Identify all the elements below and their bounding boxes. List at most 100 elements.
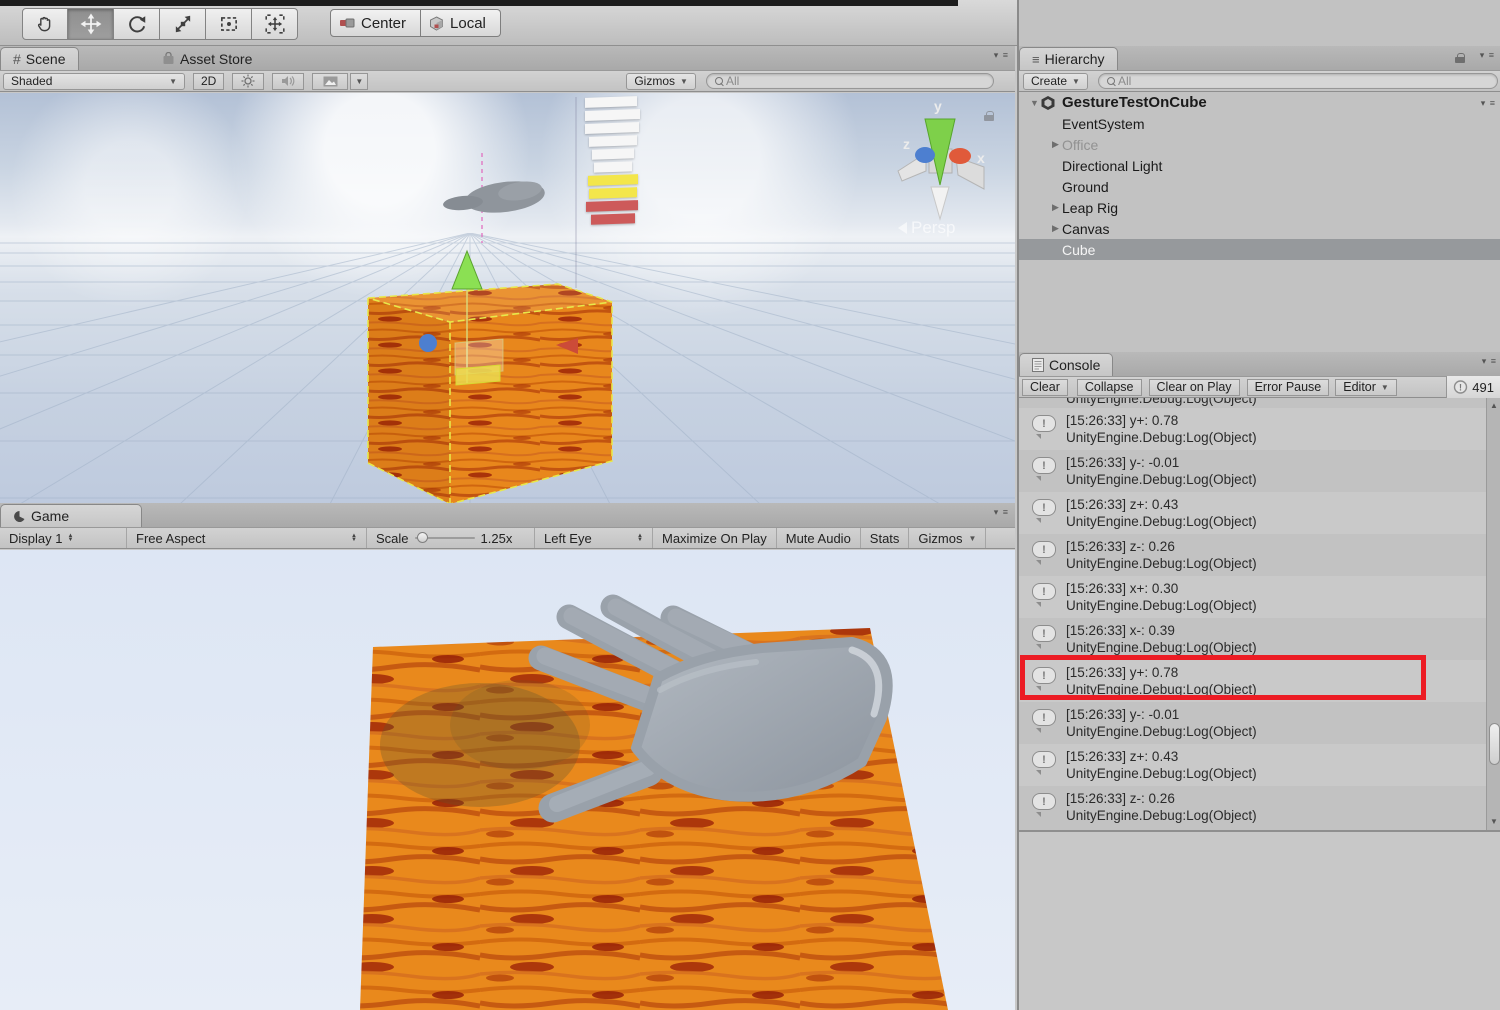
log-trace: UnityEngine.Debug:Log(Object) xyxy=(1066,639,1257,656)
scale-slider[interactable] xyxy=(415,537,475,539)
scale-slider-group: Scale 1.25x xyxy=(367,528,535,548)
log-trace: UnityEngine.Debug:Log(Object) xyxy=(1066,429,1257,446)
transform-tool-button[interactable] xyxy=(252,8,298,40)
viewport-lock-icon[interactable] xyxy=(984,111,995,121)
tab-hierarchy[interactable]: ≡ Hierarchy xyxy=(1019,47,1118,70)
scene-hand-model xyxy=(442,177,546,217)
tab-asset-store[interactable]: Asset Store xyxy=(150,47,264,70)
space-local-button[interactable]: Local xyxy=(421,9,501,37)
tab-console[interactable]: Console xyxy=(1019,353,1113,376)
rotate-icon xyxy=(126,13,148,35)
scene-panel-menu-icon[interactable]: ▾ ≡ xyxy=(994,50,1009,61)
console-panel-menu-icon[interactable]: ▾ ≡ xyxy=(1482,356,1497,367)
projection-toggle[interactable]: Persp xyxy=(898,218,955,238)
console-row[interactable]: ! [15:26:33] z+: 0.43UnityEngine.Debug:L… xyxy=(1019,492,1486,534)
triangle-right-icon[interactable]: ▶ xyxy=(1052,139,1062,150)
hierarchy-panel-menu-icon[interactable]: ▾ ≡ xyxy=(1480,50,1495,61)
aspect-selector[interactable]: Free Aspect ▲▼ xyxy=(127,528,367,548)
console-row[interactable]: ! [15:26:33] z+: 0.43UnityEngine.Debug:L… xyxy=(1019,744,1486,786)
log-message: [15:26:33] z-: 0.26 xyxy=(1066,790,1257,807)
scene-viewport[interactable]: y z x Persp xyxy=(0,93,1015,504)
rect-tool-button[interactable] xyxy=(206,8,252,40)
lighting-toggle-button[interactable] xyxy=(232,73,264,90)
speaker-icon xyxy=(281,75,295,87)
scene-tabbar: # Scene Asset Store ▾ ≡ xyxy=(0,46,1015,70)
console-row[interactable]: ! [15:26:33] x-: 0.39UnityEngine.Debug:L… xyxy=(1019,618,1486,660)
scene-gizmos-dropdown[interactable]: Gizmos ▼ xyxy=(626,73,696,90)
hierarchy-row-leap-rig[interactable]: ▶ Leap Rig xyxy=(1019,197,1500,218)
collapse-button[interactable]: Collapse xyxy=(1077,379,1142,396)
triangle-right-icon[interactable]: ▶ xyxy=(1052,202,1062,213)
editor-dropdown[interactable]: Editor ▼ xyxy=(1335,379,1397,396)
console-scrollbar[interactable]: ▲ ▼ xyxy=(1486,398,1500,830)
console-row-highlighted[interactable]: ! [15:26:33] y+: 0.78UnityEngine.Debug:L… xyxy=(1019,660,1486,702)
hierarchy-item-label: Office xyxy=(1062,137,1098,153)
tab-scene[interactable]: # Scene xyxy=(0,47,79,70)
axis-gizmo[interactable]: y z x xyxy=(898,98,985,219)
triangle-down-icon[interactable]: ▼ xyxy=(1030,98,1040,108)
clear-on-play-button[interactable]: Clear on Play xyxy=(1149,379,1240,396)
scale-tool-button[interactable] xyxy=(160,8,206,40)
create-button[interactable]: Create ▼ xyxy=(1023,73,1088,90)
console-row[interactable]: ! [15:26:33] z-: 0.26UnityEngine.Debug:L… xyxy=(1019,534,1486,576)
hierarchy-row-ground[interactable]: Ground xyxy=(1019,176,1500,197)
maximize-on-play-button[interactable]: Maximize On Play xyxy=(653,528,777,548)
scroll-up-icon[interactable]: ▲ xyxy=(1490,400,1498,412)
game-viewport[interactable] xyxy=(0,550,1015,1010)
scene-root-menu-icon[interactable]: ▾ ≡ xyxy=(1481,98,1496,109)
log-trace: UnityEngine.Debug:Log(Object) xyxy=(1066,471,1257,488)
display-selector[interactable]: Display 1 ▲▼ xyxy=(0,528,127,548)
tab-game[interactable]: Game xyxy=(0,504,142,527)
hierarchy-row-canvas[interactable]: ▶ Canvas xyxy=(1019,218,1500,239)
hierarchy-row-directional-light[interactable]: Directional Light xyxy=(1019,155,1500,176)
game-gizmos-dropdown[interactable]: Gizmos ▼ xyxy=(909,528,986,548)
canvas-button xyxy=(592,148,634,159)
log-count-toggle[interactable]: ! 491 xyxy=(1446,376,1500,398)
hierarchy-row-eventsystem[interactable]: EventSystem xyxy=(1019,113,1500,134)
console-toolbar: Clear Collapse Clear on Play Error Pause… xyxy=(1019,376,1500,398)
scale-label: Scale xyxy=(376,531,409,546)
scale-slider-knob[interactable] xyxy=(417,532,428,543)
hierarchy-row-scene-root[interactable]: ▼ GestureTestOnCube ▾ ≡ xyxy=(1019,92,1500,113)
log-message: [15:26:33] y-: -0.01 xyxy=(1066,706,1257,723)
stats-button[interactable]: Stats xyxy=(861,528,910,548)
scale-icon xyxy=(172,13,194,35)
error-pause-button[interactable]: Error Pause xyxy=(1247,379,1330,396)
triangle-right-icon[interactable]: ▶ xyxy=(1052,223,1062,234)
console-detail-pane[interactable] xyxy=(1019,830,1500,1010)
scroll-down-icon[interactable]: ▼ xyxy=(1490,816,1498,828)
effects-dropdown-arrow[interactable]: ▼ xyxy=(350,73,368,90)
scene-search-input[interactable]: All xyxy=(706,73,994,89)
eye-selector[interactable]: Left Eye ▲▼ xyxy=(535,528,653,548)
shading-mode-dropdown[interactable]: Shaded ▼ xyxy=(3,73,185,90)
hierarchy-row-cube[interactable]: Cube xyxy=(1019,239,1500,260)
game-panel-menu-icon[interactable]: ▾ ≡ xyxy=(994,507,1009,518)
console-row[interactable]: ! [15:26:33] y-: -0.01UnityEngine.Debug:… xyxy=(1019,702,1486,744)
console-row[interactable]: ! [15:26:33] y-: -0.01UnityEngine.Debug:… xyxy=(1019,450,1486,492)
log-info-icon: ! xyxy=(1032,457,1059,477)
effects-toggle-button[interactable] xyxy=(312,73,348,90)
pivot-center-button[interactable]: Center xyxy=(330,9,421,37)
hierarchy-row-office[interactable]: ▶ Office xyxy=(1019,134,1500,155)
image-icon xyxy=(323,76,338,87)
scene-gizmos-label: Gizmos xyxy=(634,74,675,88)
chevron-down-icon: ▼ xyxy=(355,77,363,86)
mute-audio-button[interactable]: Mute Audio xyxy=(777,528,861,548)
scrollbar-thumb[interactable] xyxy=(1489,723,1500,765)
hierarchy-search-input[interactable]: All xyxy=(1098,73,1498,89)
console-row[interactable]: ! [15:26:33] x+: 0.30UnityEngine.Debug:L… xyxy=(1019,576,1486,618)
hierarchy-lock-icon[interactable] xyxy=(1455,53,1466,63)
console-row[interactable]: ! [15:26:33] y+: 0.78UnityEngine.Debug:L… xyxy=(1019,408,1486,450)
console-row-clipped[interactable]: UnityEngine.Debug:Log(Object) xyxy=(1019,398,1486,408)
hierarchy-item-label: Cube xyxy=(1062,242,1095,258)
hand-tool-button[interactable] xyxy=(22,8,68,40)
clear-button[interactable]: Clear xyxy=(1022,379,1068,396)
rotate-tool-button[interactable] xyxy=(114,8,160,40)
console-row[interactable]: ! [15:26:33] z-: 0.26UnityEngine.Debug:L… xyxy=(1019,786,1486,828)
move-tool-button[interactable] xyxy=(68,8,114,40)
audio-toggle-button[interactable] xyxy=(272,73,304,90)
canvas-button-yellow xyxy=(588,174,638,186)
aspect-selector-label: Free Aspect xyxy=(136,531,205,546)
toggle-2d-button[interactable]: 2D xyxy=(193,73,224,90)
chevron-down-icon: ▼ xyxy=(680,77,688,86)
